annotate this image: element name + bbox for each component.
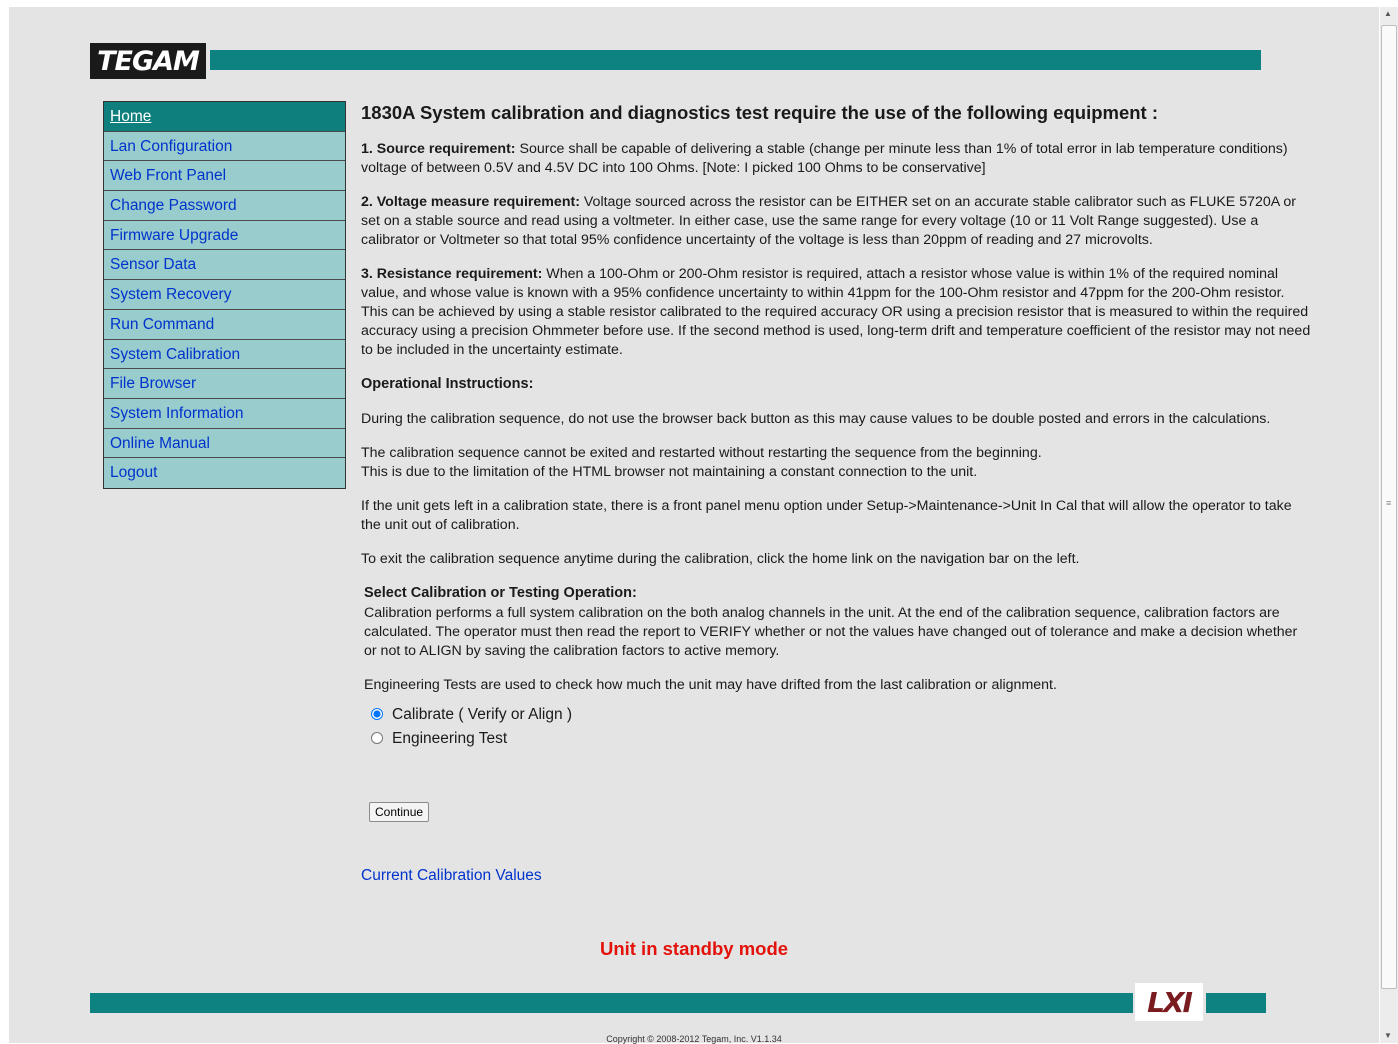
- instruction-exit: To exit the calibration sequence anytime…: [361, 551, 1080, 567]
- lxi-logo: LXI: [1135, 983, 1203, 1021]
- sidebar-link-sensor-data[interactable]: Sensor Data: [110, 256, 196, 273]
- status-message: Unit in standby mode: [599, 938, 789, 959]
- sidebar-item-lan-configuration[interactable]: Lan Configuration: [104, 131, 345, 162]
- operational-instructions-heading: Operational Instructions:: [361, 376, 534, 392]
- sidebar-nav: Home Lan Configuration Web Front Panel C…: [103, 101, 346, 489]
- sidebar-item-run-command[interactable]: Run Command: [104, 309, 345, 340]
- voltage-requirement: 2. Voltage measure requirement: Voltage …: [361, 193, 1311, 250]
- sidebar-link-firmware-upgrade[interactable]: Firmware Upgrade: [110, 227, 238, 244]
- current-calibration-values-link[interactable]: Current Calibration Values: [361, 866, 1311, 885]
- select-operation-heading: Select Calibration or Testing Operation:: [364, 585, 637, 601]
- radio-engineering-test[interactable]: [371, 732, 383, 744]
- radio-engineering-label[interactable]: Engineering Test: [392, 729, 507, 748]
- sidebar-item-file-browser[interactable]: File Browser: [104, 369, 345, 399]
- page-title: 1830A System calibration and diagnostics…: [361, 102, 1159, 123]
- sidebar-item-system-information[interactable]: System Information: [104, 398, 345, 429]
- radio-option-calibrate[interactable]: Calibrate ( Verify or Align ): [364, 702, 1311, 726]
- calibration-description: Calibration performs a full system calib…: [364, 605, 1298, 659]
- tegam-logo-text: TEGAM: [97, 45, 200, 77]
- radio-calibrate[interactable]: [371, 708, 383, 720]
- sidebar-item-system-recovery[interactable]: System Recovery: [104, 280, 345, 310]
- instruction-restart: The calibration sequence cannot be exite…: [361, 444, 1311, 482]
- sidebar-link-web-front-panel[interactable]: Web Front Panel: [110, 167, 226, 184]
- instruction-back-button: During the calibration sequence, do not …: [361, 411, 1271, 427]
- sidebar-link-run-command[interactable]: Run Command: [110, 316, 214, 333]
- scroll-grip-icon: ≡: [1386, 498, 1392, 508]
- sidebar-link-system-calibration[interactable]: System Calibration: [110, 346, 240, 363]
- operation-radio-group: Calibrate ( Verify or Align ) Engineerin…: [364, 702, 1311, 750]
- instruction-restart-line2: This is due to the limitation of the HTM…: [361, 464, 978, 480]
- sidebar-link-lan-configuration[interactable]: Lan Configuration: [110, 138, 232, 155]
- sidebar-item-home[interactable]: Home: [104, 102, 345, 132]
- sidebar-item-change-password[interactable]: Change Password: [104, 191, 345, 221]
- scroll-up-arrow-icon[interactable]: ▲: [1384, 9, 1392, 19]
- radio-calibrate-label[interactable]: Calibrate ( Verify or Align ): [392, 705, 572, 724]
- main-content: 1830A System calibration and diagnostics…: [361, 99, 1311, 885]
- sidebar-item-web-front-panel[interactable]: Web Front Panel: [104, 161, 345, 192]
- sidebar-item-firmware-upgrade[interactable]: Firmware Upgrade: [104, 220, 345, 251]
- voltage-requirement-label: 2. Voltage measure requirement:: [361, 194, 580, 210]
- sidebar-item-logout[interactable]: Logout: [104, 458, 345, 488]
- lxi-logo-text: LXI: [1147, 985, 1193, 1019]
- radio-option-engineering[interactable]: Engineering Test: [364, 726, 1311, 750]
- sidebar-item-online-manual[interactable]: Online Manual: [104, 428, 345, 459]
- calibration-select-section: Select Calibration or Testing Operation:…: [364, 584, 1311, 822]
- header-bar: [210, 50, 1261, 70]
- source-requirement-label: 1. Source requirement:: [361, 141, 516, 157]
- tegam-logo: TEGAM: [90, 43, 206, 79]
- page-container: TEGAM Home Lan Configuration Web Front P…: [9, 7, 1379, 1044]
- resistance-requirement-label: 3. Resistance requirement:: [361, 266, 543, 282]
- instruction-unit-in-cal: If the unit gets left in a calibration s…: [361, 498, 1292, 533]
- sidebar-link-file-browser[interactable]: File Browser: [110, 375, 196, 392]
- scroll-down-arrow-icon[interactable]: ▼: [1384, 1031, 1392, 1041]
- sidebar-link-logout[interactable]: Logout: [110, 464, 157, 481]
- sidebar-link-system-recovery[interactable]: System Recovery: [110, 286, 231, 303]
- footer-bar-left: [90, 993, 1133, 1013]
- sidebar-link-home[interactable]: Home: [110, 108, 151, 125]
- continue-button[interactable]: Continue: [369, 802, 430, 822]
- engineering-description: Engineering Tests are used to check how …: [364, 677, 1057, 693]
- footer-bar-right: [1206, 993, 1266, 1013]
- sidebar-link-system-information[interactable]: System Information: [110, 405, 244, 422]
- vertical-scrollbar[interactable]: ▲ ≡ ▼: [1380, 7, 1398, 1043]
- sidebar-link-online-manual[interactable]: Online Manual: [110, 435, 210, 452]
- scroll-thumb[interactable]: ≡: [1381, 25, 1397, 989]
- source-requirement: 1. Source requirement: Source shall be c…: [361, 140, 1311, 178]
- sidebar-item-system-calibration[interactable]: System Calibration: [104, 339, 345, 370]
- resistance-requirement: 3. Resistance requirement: When a 100-Oh…: [361, 265, 1311, 360]
- instruction-restart-line1: The calibration sequence cannot be exite…: [361, 445, 1042, 461]
- sidebar-item-sensor-data[interactable]: Sensor Data: [104, 250, 345, 281]
- sidebar-link-change-password[interactable]: Change Password: [110, 197, 237, 214]
